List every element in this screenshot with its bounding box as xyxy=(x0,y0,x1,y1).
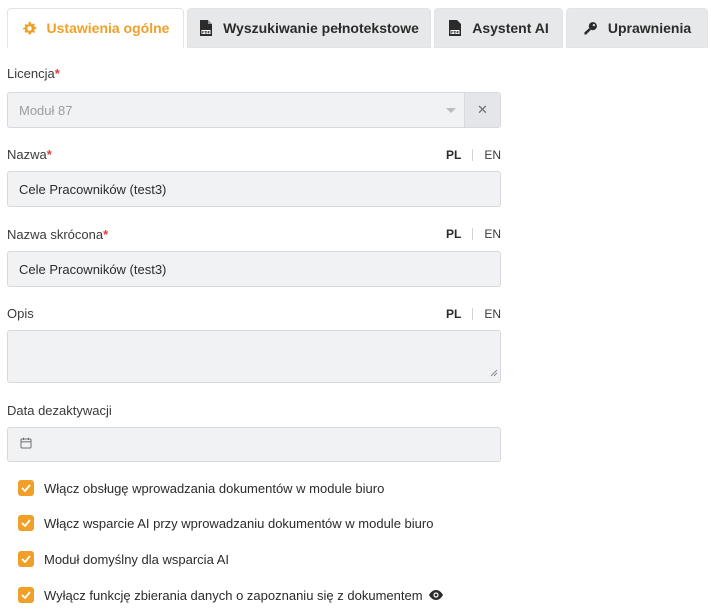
eye-icon[interactable] xyxy=(428,589,444,601)
description-textarea[interactable] xyxy=(7,330,501,383)
svg-text:PDF: PDF xyxy=(202,30,211,34)
lang-pl-button[interactable]: PL xyxy=(446,148,461,162)
required-marker: * xyxy=(103,227,109,242)
short-name-input[interactable]: Cele Pracowników (test3) xyxy=(7,251,501,287)
name-label-text: Nazwa xyxy=(7,147,47,162)
tab-fulltext-search[interactable]: PDF Wyszukiwanie pełnotekstowe xyxy=(187,8,431,48)
required-marker: * xyxy=(54,66,60,81)
tab-bar: Ustawienia ogólne PDF Wyszukiwanie pełno… xyxy=(0,8,713,48)
clear-button[interactable]: ✕ xyxy=(464,93,500,127)
deactivation-date-input[interactable] xyxy=(7,427,501,462)
divider xyxy=(472,149,474,161)
svg-text:PDF: PDF xyxy=(451,30,460,34)
key-icon xyxy=(583,21,598,36)
checkbox-row[interactable]: Moduł domyślny dla wsparcia AI xyxy=(18,551,229,567)
deactivation-date-label: Data dezaktywacji xyxy=(7,403,112,418)
checkbox-row[interactable]: Wyłącz funkcję zbierania danych o zapozn… xyxy=(18,587,444,603)
tab-ai-assistant[interactable]: PDF Asystent AI xyxy=(434,8,563,48)
short-name-value: Cele Pracowników (test3) xyxy=(19,261,167,277)
short-name-language-switch: PL EN xyxy=(446,227,501,241)
gear-icon xyxy=(22,21,37,36)
tab-label: Asystent AI xyxy=(472,20,549,36)
close-icon: ✕ xyxy=(477,102,488,117)
divider xyxy=(472,228,474,240)
tab-label: Wyszukiwanie pełnotekstowe xyxy=(223,20,419,36)
checkbox[interactable] xyxy=(18,515,34,531)
name-value: Cele Pracowników (test3) xyxy=(19,181,167,197)
resize-handle-icon[interactable] xyxy=(490,365,498,380)
license-value: Moduł 87 xyxy=(19,102,73,118)
tab-permissions[interactable]: Uprawnienia xyxy=(566,8,708,48)
calendar-icon[interactable] xyxy=(20,437,32,452)
license-label-text: Licencja xyxy=(7,66,55,81)
checkbox[interactable] xyxy=(18,551,34,567)
lang-en-button[interactable]: EN xyxy=(484,307,501,321)
checkbox-label: Włącz wsparcie AI przy wprowadzaniu doku… xyxy=(44,515,434,531)
lang-pl-button[interactable]: PL xyxy=(446,227,461,241)
checkbox-row[interactable]: Włącz wsparcie AI przy wprowadzaniu doku… xyxy=(18,515,433,531)
required-marker: * xyxy=(46,147,52,162)
divider xyxy=(472,308,474,320)
short-name-label: Nazwa skrócona* xyxy=(7,227,108,242)
tab-label: Uprawnienia xyxy=(607,20,692,36)
checkbox-label: Moduł domyślny dla wsparcia AI xyxy=(44,551,229,567)
name-language-switch: PL EN xyxy=(446,148,501,162)
short-name-label-text: Nazwa skrócona xyxy=(7,227,104,242)
tab-general-settings[interactable]: Ustawienia ogólne xyxy=(7,8,184,48)
description-label: Opis xyxy=(7,306,34,321)
chevron-down-icon[interactable] xyxy=(446,108,456,113)
license-select[interactable]: Moduł 87 ✕ xyxy=(7,92,501,128)
checkbox-label: Wyłącz funkcję zbierania danych o zapozn… xyxy=(44,587,423,603)
checkbox[interactable] xyxy=(18,480,34,496)
lang-pl-button[interactable]: PL xyxy=(446,307,461,321)
checkbox[interactable] xyxy=(18,587,34,603)
lang-en-button[interactable]: EN xyxy=(484,227,501,241)
checkbox-row[interactable]: Włącz obsługę wprowadzania dokumentów w … xyxy=(18,480,384,496)
pdf-file-icon: PDF xyxy=(199,20,213,36)
tab-label: Ustawienia ogólne xyxy=(46,20,170,36)
license-label: Licencja* xyxy=(7,66,60,81)
name-label: Nazwa* xyxy=(7,147,52,162)
name-input[interactable]: Cele Pracowników (test3) xyxy=(7,171,501,207)
description-language-switch: PL EN xyxy=(446,307,501,321)
checkbox-label: Włącz obsługę wprowadzania dokumentów w … xyxy=(44,480,385,496)
pdf-file-icon: PDF xyxy=(448,20,462,36)
lang-en-button[interactable]: EN xyxy=(484,148,501,162)
